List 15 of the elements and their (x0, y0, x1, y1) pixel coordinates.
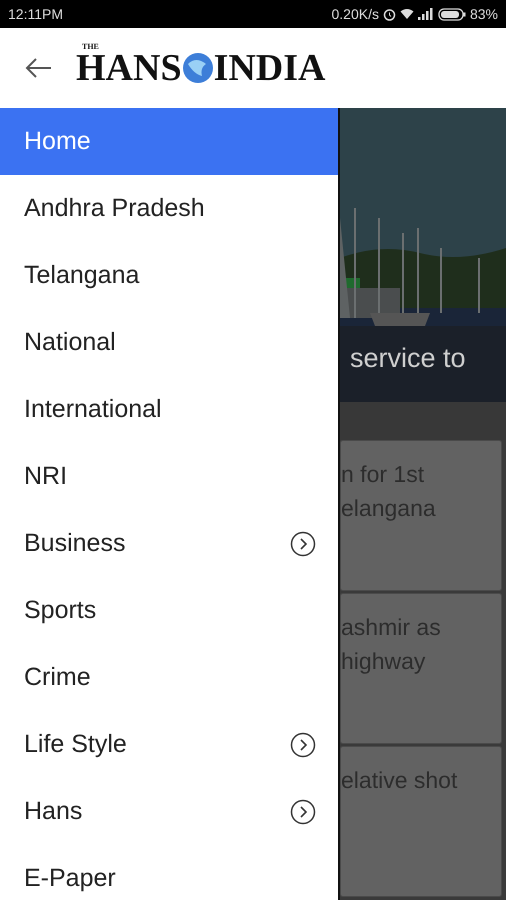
globe-icon (182, 52, 214, 84)
signal-icon (418, 8, 434, 20)
logo-text: HANS (76, 49, 182, 87)
image-caption: service to (340, 326, 506, 402)
status-time: 12:11PM (8, 4, 63, 24)
wifi-icon (400, 8, 414, 20)
logo-text: THE (82, 43, 99, 51)
drawer-item[interactable]: Home (0, 108, 338, 175)
back-button[interactable] (24, 56, 52, 80)
back-arrow-icon (24, 56, 52, 79)
logo-text: INDIA (214, 49, 326, 87)
battery-icon (438, 8, 466, 20)
alarm-icon (382, 8, 396, 20)
network-speed: 0.20K/s (331, 4, 379, 24)
battery-level: 83% (470, 4, 498, 24)
